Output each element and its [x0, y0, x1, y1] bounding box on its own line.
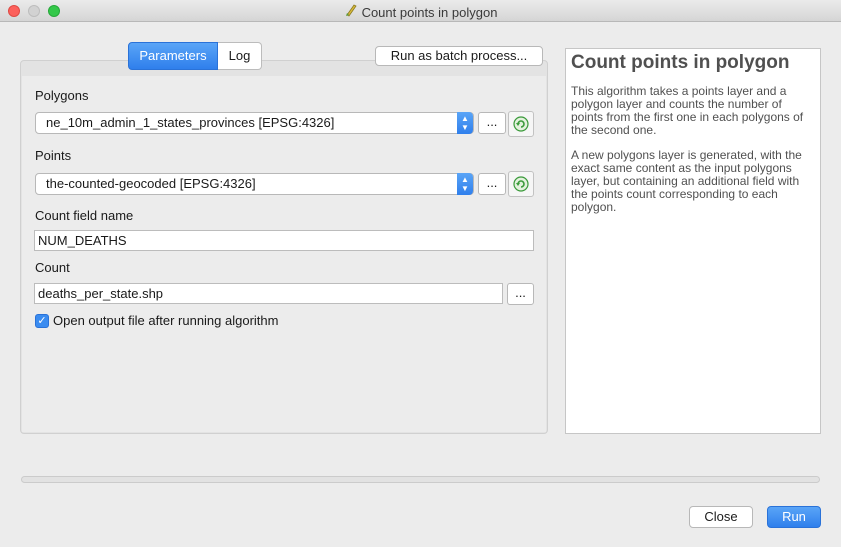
count-output-path-input[interactable]: deaths_per_state.shp [34, 283, 503, 304]
title-bar: Count points in polygon [0, 0, 841, 22]
polygons-select-value: ne_10m_admin_1_states_provinces [EPSG:43… [46, 115, 335, 130]
help-paragraph: A new polygons layer is generated, with … [571, 148, 802, 214]
chevron-updown-icon: ▲ ▼ [457, 112, 473, 134]
polygons-iterate-button[interactable] [508, 111, 534, 137]
open-output-label: Open output file after running algorithm [53, 313, 279, 328]
points-iterate-button[interactable] [508, 171, 534, 197]
chevron-updown-icon: ▲ ▼ [457, 173, 473, 195]
iterate-icon [513, 176, 529, 192]
iterate-icon [513, 116, 529, 132]
window-title: Count points in polygon [0, 3, 841, 20]
window-title-text: Count points in polygon [361, 5, 498, 20]
run-button[interactable]: Run [767, 506, 821, 528]
polygons-browse-button[interactable]: ... [478, 112, 506, 134]
run-as-batch-button[interactable]: Run as batch process... [375, 46, 543, 66]
qgis-edit-icon [344, 3, 358, 20]
polygons-select[interactable]: ne_10m_admin_1_states_provinces [EPSG:43… [35, 112, 474, 134]
count-output-browse-button[interactable]: ... [507, 283, 534, 305]
points-label: Points [35, 148, 72, 163]
points-select-value: the-counted-geocoded [EPSG:4326] [46, 176, 256, 191]
tab-parameters[interactable]: Parameters [128, 42, 218, 70]
points-select[interactable]: the-counted-geocoded [EPSG:4326] ▲ ▼ [35, 173, 474, 195]
count-field-name-label: Count field name [35, 208, 134, 223]
count-field-name-input[interactable]: NUM_DEATHS [34, 230, 534, 251]
progress-bar [21, 476, 820, 483]
help-title: Count points in polygon [571, 52, 790, 73]
open-output-checkbox[interactable]: ✓ [35, 314, 49, 328]
tab-log[interactable]: Log [218, 42, 262, 70]
close-button[interactable]: Close [689, 506, 753, 528]
count-output-label: Count [35, 260, 70, 275]
polygons-label: Polygons [35, 88, 89, 103]
help-panel: Count points in polygon This algorithm t… [565, 48, 821, 434]
points-browse-button[interactable]: ... [478, 173, 506, 195]
help-paragraph: This algorithm takes a points layer and … [571, 84, 804, 137]
